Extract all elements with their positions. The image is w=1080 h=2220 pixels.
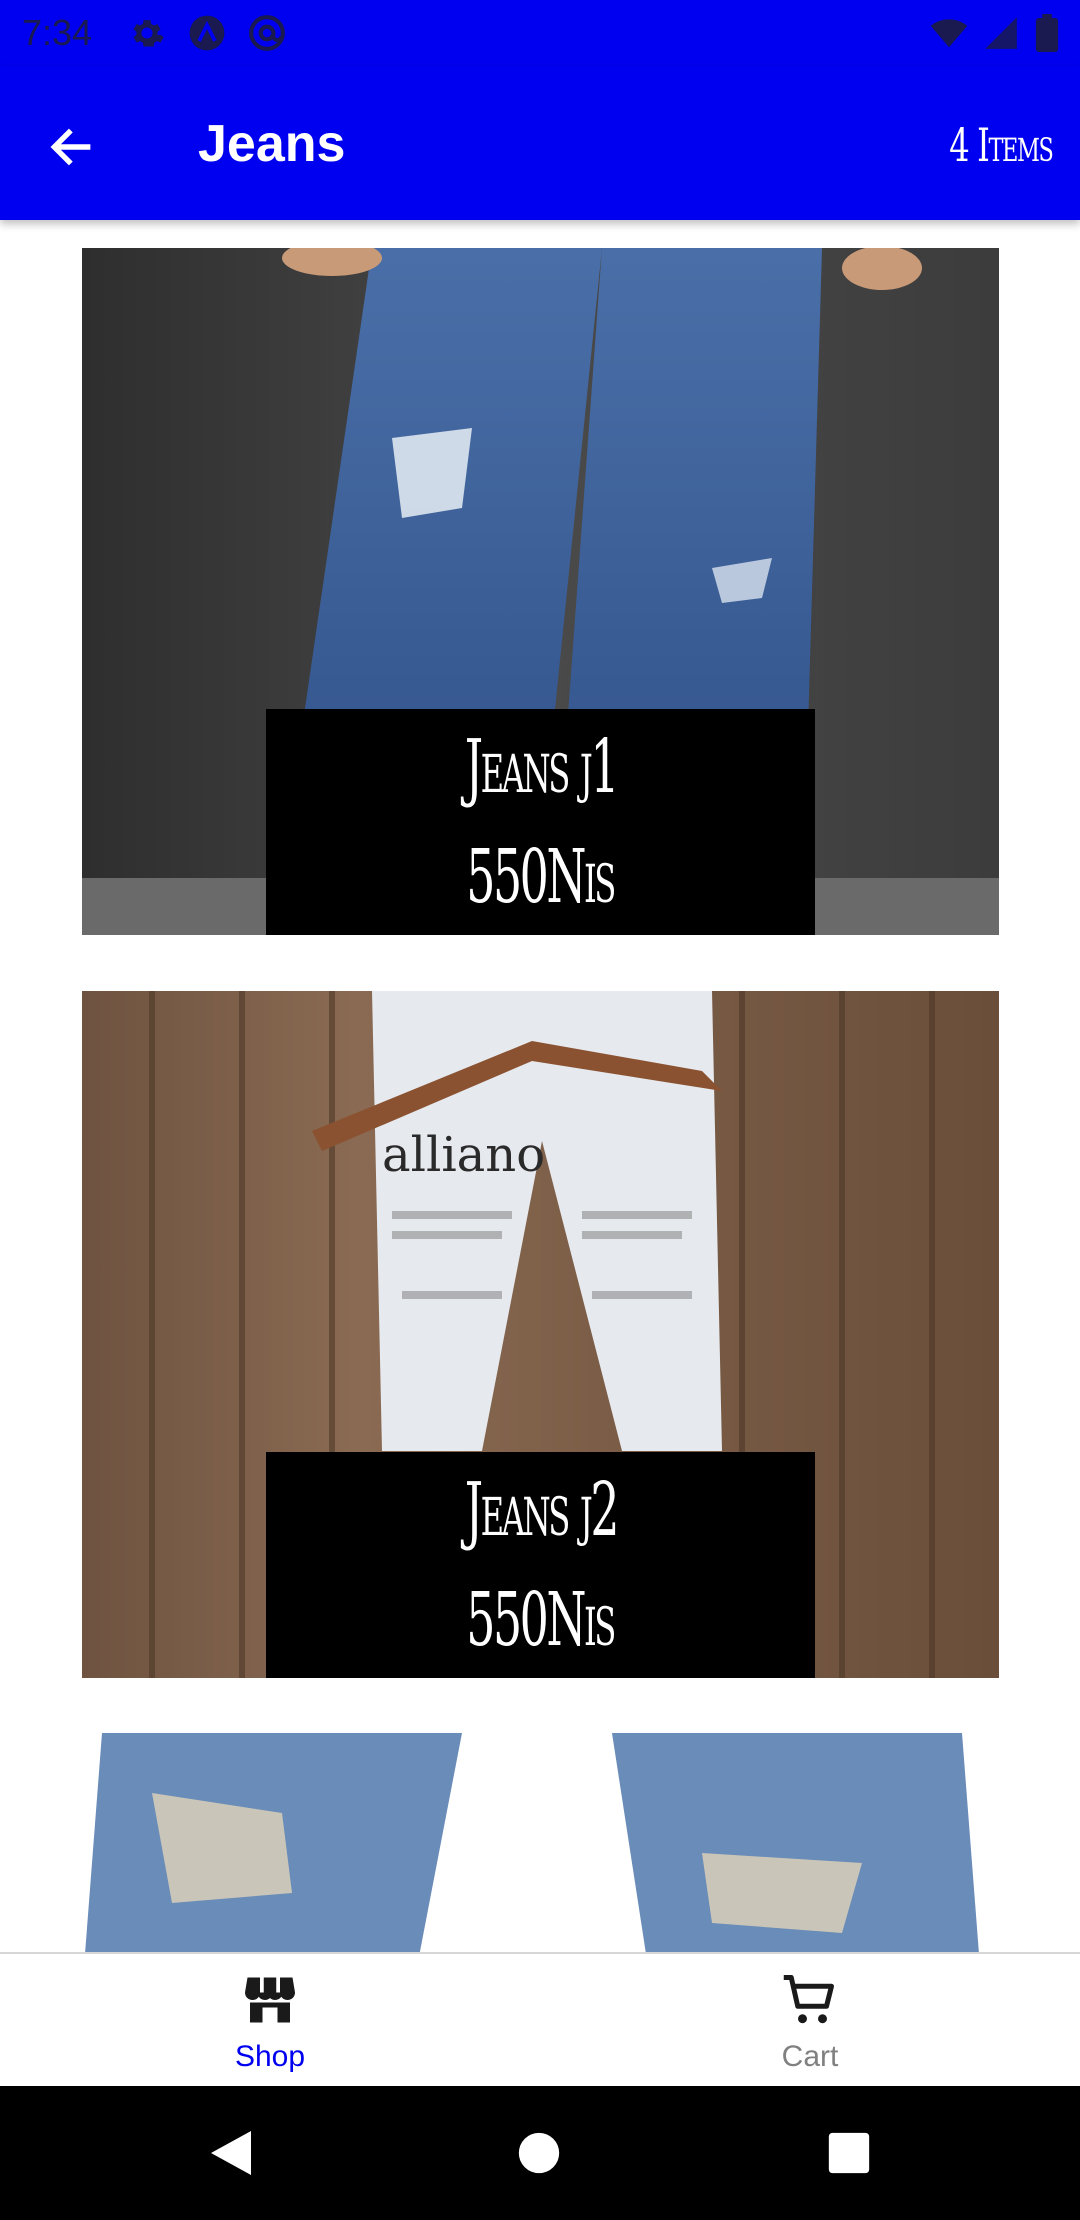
at-sign-icon	[249, 15, 285, 51]
status-icons-right	[930, 14, 1060, 52]
nav-shop[interactable]: Shop	[0, 1954, 540, 2088]
cell-signal-icon	[985, 17, 1017, 49]
wifi-icon	[930, 19, 968, 48]
product-name: Jeans j2	[464, 1467, 619, 1553]
arrow-left-icon	[50, 128, 91, 166]
product-image	[82, 1733, 999, 1952]
system-back-button[interactable]	[198, 2120, 264, 2186]
page-title: Jeans	[198, 115, 346, 173]
back-triangle-icon	[211, 2131, 251, 2175]
status-bar: 7:34	[0, 0, 1080, 66]
product-list: Jeans j1 550Nis alliano Jeans j2 550Nis	[0, 220, 1080, 1952]
status-time: 7:34	[22, 12, 93, 53]
system-recents-button[interactable]	[816, 2120, 882, 2186]
product-card[interactable]: Jeans j1 550Nis	[82, 248, 999, 935]
nav-shop-label: Shop	[234, 2040, 306, 2073]
cart-icon	[783, 1975, 834, 2024]
store-icon	[245, 1977, 295, 2023]
recents-square-icon	[828, 2132, 870, 2174]
product-price: 550Nis	[466, 1577, 617, 1663]
svg-text:alliano: alliano	[382, 1127, 545, 1183]
item-count: 4 Items	[948, 118, 1054, 172]
back-button[interactable]	[36, 112, 106, 182]
product-name: Jeans j1	[464, 724, 619, 810]
nav-cart[interactable]: Cart	[540, 1954, 1080, 2088]
bottom-navigation: Shop Cart	[0, 1952, 1080, 2086]
product-price: 550Nis	[466, 834, 617, 920]
home-circle-icon	[518, 2132, 560, 2174]
battery-icon	[1035, 14, 1059, 52]
system-home-button[interactable]	[506, 2120, 572, 2186]
product-card[interactable]: alliano Jeans j2 550Nis	[82, 991, 999, 1678]
app-bar: Jeans 4 Items	[0, 66, 1080, 220]
product-card[interactable]	[82, 1733, 999, 1952]
nav-cart-label: Cart	[781, 2040, 839, 2073]
signal-a-icon	[189, 15, 225, 51]
status-icons-left	[128, 14, 286, 52]
settings-icon	[133, 20, 164, 47]
product-label: Jeans j2 550Nis	[266, 1452, 815, 1678]
product-label: Jeans j1 550Nis	[266, 709, 815, 935]
system-navigation-bar	[0, 2086, 1080, 2220]
